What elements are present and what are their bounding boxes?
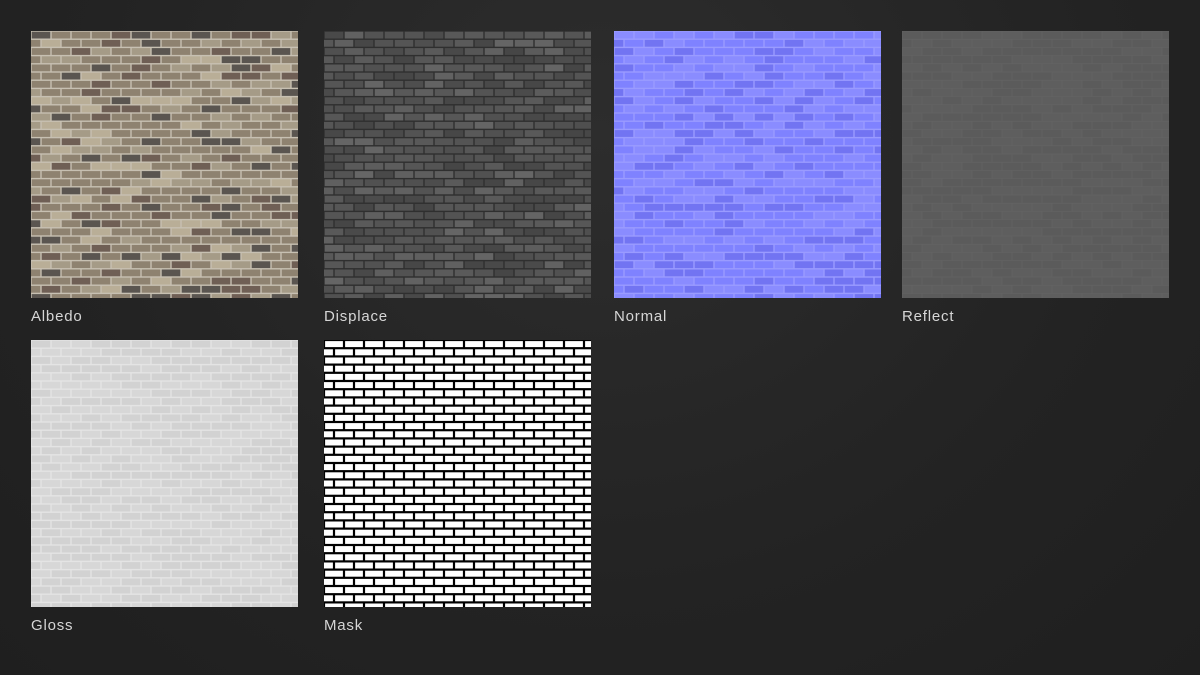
mask-map-label: Mask [324,617,364,634]
normal-map-preview [614,31,881,298]
gloss-map-preview [31,340,298,607]
normal-map-tile[interactable]: Normal [614,31,881,325]
gloss-brick-texture [31,340,298,607]
reflect-map-preview [902,31,1169,298]
gloss-map-label: Gloss [31,617,74,634]
normal-brick-texture [614,31,881,298]
displace-map-preview [324,31,591,298]
albedo-map-label: Albedo [31,308,83,325]
reflect-map-tile[interactable]: Reflect [902,31,1169,325]
mask-brick-texture [324,340,591,607]
mask-map-tile[interactable]: Mask [324,340,591,634]
displace-brick-texture [324,31,591,298]
albedo-map-preview [31,31,298,298]
albedo-brick-texture [31,31,298,298]
albedo-map-tile[interactable]: Albedo [31,31,298,325]
reflect-map-label: Reflect [902,308,955,325]
displace-map-label: Displace [324,308,388,325]
texture-map-grid: Albedo Displace Normal Reflect Gloss Mas… [0,0,1200,675]
normal-map-label: Normal [614,308,668,325]
mask-map-preview [324,340,591,607]
gloss-map-tile[interactable]: Gloss [31,340,298,634]
reflect-brick-texture [902,31,1169,298]
displace-map-tile[interactable]: Displace [324,31,591,325]
